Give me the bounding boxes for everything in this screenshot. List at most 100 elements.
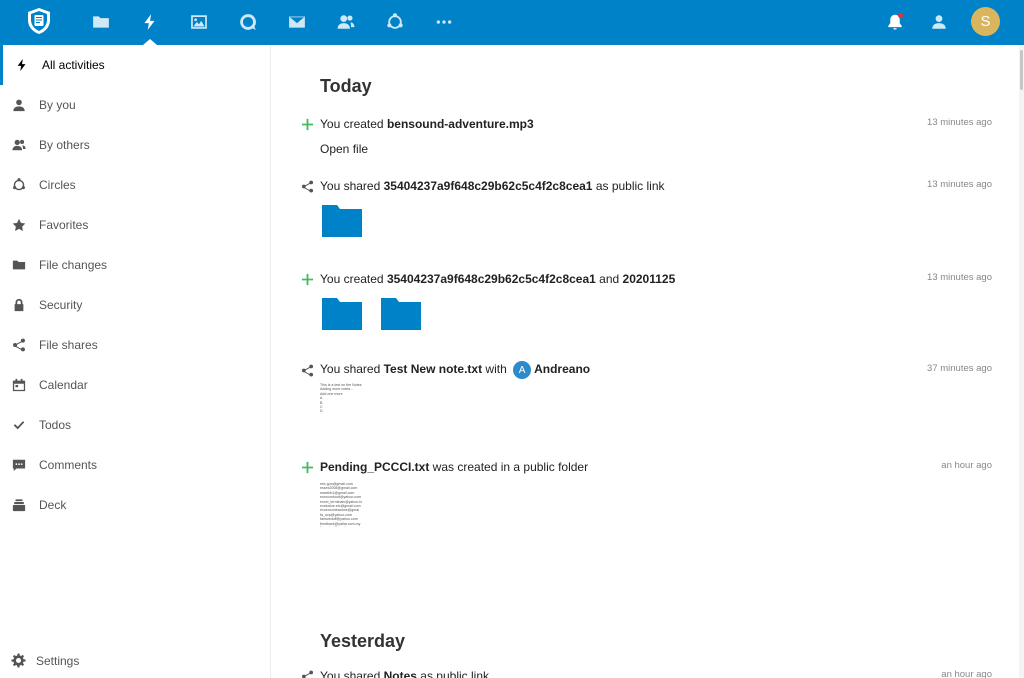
sidebar-item-label: Favorites <box>39 218 89 232</box>
photos-app-image-icon[interactable] <box>188 11 210 33</box>
sidebar-item-file-shares[interactable]: File shares <box>0 325 270 365</box>
activity-text: You created bensound-adventure.mp3 <box>320 117 534 131</box>
sidebar-item-label: Comments <box>39 458 98 472</box>
app-logo-icon[interactable] <box>24 6 54 36</box>
folder-icon <box>11 257 27 273</box>
files-app-folder-icon[interactable] <box>90 11 112 33</box>
sidebar-item-calendar[interactable]: Calendar <box>0 365 270 405</box>
activity-prefix: You shared <box>320 669 384 678</box>
sidebar-item-label: Calendar <box>39 378 88 392</box>
activity-file-link[interactable]: Notes <box>384 669 417 678</box>
scrollbar-thumb[interactable] <box>1020 50 1023 90</box>
add-icon <box>300 460 314 474</box>
activity-suffix: as public link <box>416 669 489 678</box>
sidebar-item-label: All activities <box>42 58 105 72</box>
folder-preview-icon[interactable] <box>381 296 421 330</box>
contacts-menu-user-icon[interactable] <box>928 11 950 33</box>
sidebar-item-deck[interactable]: Deck <box>0 485 270 525</box>
star-icon <box>11 217 27 233</box>
settings-label: Settings <box>36 654 80 668</box>
section-title-yesterday: Yesterday <box>320 631 406 651</box>
user-avatar[interactable]: S <box>971 7 1000 36</box>
activity-time: 13 minutes ago <box>927 179 992 190</box>
main-scrollbar[interactable] <box>1019 45 1024 678</box>
lightning-icon <box>14 57 30 73</box>
activity-prefix: You shared <box>320 362 384 377</box>
activity-time: an hour ago <box>941 460 992 471</box>
activity-time: 13 minutes ago <box>927 117 992 128</box>
sidebar-item-label: Circles <box>39 178 76 192</box>
settings-button[interactable]: Settings <box>0 645 270 677</box>
folder-preview-icon[interactable] <box>322 296 362 330</box>
activity-file-link[interactable]: Test New note.txt <box>384 362 482 376</box>
notification-badge <box>898 13 903 18</box>
activity-text: You created 35404237a9f648c29b62c5c4f2c8… <box>320 272 675 286</box>
activity-file-link[interactable]: 20201125 <box>623 272 676 286</box>
sidebar-item-label: By you <box>39 98 76 112</box>
activity-time: 13 minutes ago <box>927 272 992 283</box>
share-icon <box>11 337 27 353</box>
calendar-icon <box>11 377 27 393</box>
activity-file-link[interactable]: bensound-adventure.mp3 <box>387 117 534 131</box>
sidebar-item-circles[interactable]: Circles <box>0 165 270 205</box>
folder-preview-icon[interactable] <box>322 203 362 237</box>
circles-icon <box>11 177 27 193</box>
mail-app-envelope-icon[interactable] <box>286 11 308 33</box>
sidebar-item-by-you[interactable]: By you <box>0 85 270 125</box>
contacts-app-users-icon[interactable] <box>335 11 357 33</box>
activity-text: You shared 35404237a9f648c29b62c5c4f2c8c… <box>320 179 665 193</box>
open-file-link[interactable]: Open file <box>320 142 368 156</box>
deck-icon <box>11 497 27 513</box>
check-icon <box>11 417 27 433</box>
circles-app-circles-icon[interactable] <box>384 11 406 33</box>
talk-app-search-icon[interactable] <box>237 11 259 33</box>
activity-file-link[interactable]: 35404237a9f648c29b62c5c4f2c8cea1 <box>387 272 596 286</box>
sidebar-item-todos[interactable]: Todos <box>0 405 270 445</box>
share-icon <box>300 179 314 193</box>
activity-suffix: as public link <box>592 179 665 193</box>
sidebar-item-file-changes[interactable]: File changes <box>0 245 270 285</box>
app-navigation: All activities By you By others Circles … <box>0 45 271 678</box>
activity-item: Pending_PCCCI.txt was created in a publi… <box>300 460 992 530</box>
activity-text: You shared Test New note.txt with A Andre… <box>320 361 590 379</box>
add-icon <box>300 117 314 131</box>
activity-connector: with <box>482 362 511 377</box>
sidebar-item-label: File changes <box>39 258 108 272</box>
text-file-preview[interactable]: eric.gon@gmail.com essex2008@gmail.com e… <box>320 482 366 527</box>
sidebar-item-comments[interactable]: Comments <box>0 445 270 485</box>
share-icon <box>300 669 314 678</box>
comment-icon <box>11 457 27 473</box>
activity-text: Pending_PCCCI.txt was created in a publi… <box>320 460 588 474</box>
activity-item: You shared Test New note.txt with A Andre… <box>300 361 992 423</box>
share-icon <box>300 363 314 377</box>
user-avatar-small[interactable]: A <box>513 361 532 379</box>
activity-user-link[interactable]: Andreano <box>534 362 590 376</box>
users-icon <box>11 137 27 153</box>
activity-time: 37 minutes ago <box>927 363 992 374</box>
top-bar: S <box>0 0 1024 45</box>
sidebar-item-favorites[interactable]: Favorites <box>0 205 270 245</box>
text-file-preview[interactable]: This is a test on the Notes Adding more … <box>320 383 380 417</box>
user-icon <box>11 97 27 113</box>
sidebar-item-label: By others <box>39 138 90 152</box>
sidebar-item-by-others[interactable]: By others <box>0 125 270 165</box>
section-title-today: Today <box>320 76 372 96</box>
more-apps-more-icon[interactable] <box>433 11 455 33</box>
activity-item: You created 35404237a9f648c29b62c5c4f2c8… <box>300 272 992 342</box>
activity-item: You shared Notes as public link an hour … <box>300 669 992 678</box>
sidebar-item-security[interactable]: Security <box>0 285 270 325</box>
activity-file-link[interactable]: Pending_PCCCI.txt <box>320 460 429 474</box>
activity-item: You shared 35404237a9f648c29b62c5c4f2c8c… <box>300 179 992 249</box>
activity-text: You shared Notes as public link <box>320 669 489 678</box>
activity-file-link[interactable]: 35404237a9f648c29b62c5c4f2c8cea1 <box>384 179 593 193</box>
sidebar-item-all-activities[interactable]: All activities <box>0 45 270 85</box>
activity-prefix: You shared <box>320 179 384 193</box>
activity-time: an hour ago <box>941 669 992 678</box>
sidebar-item-label: Todos <box>39 418 72 432</box>
sidebar-item-label: Deck <box>39 498 67 512</box>
activity-suffix: was created in a public folder <box>429 460 589 474</box>
activity-app-lightning-icon[interactable] <box>139 11 161 33</box>
activity-prefix: You created <box>320 117 387 131</box>
sidebar-item-label: Security <box>39 298 83 312</box>
lock-icon <box>11 297 27 313</box>
